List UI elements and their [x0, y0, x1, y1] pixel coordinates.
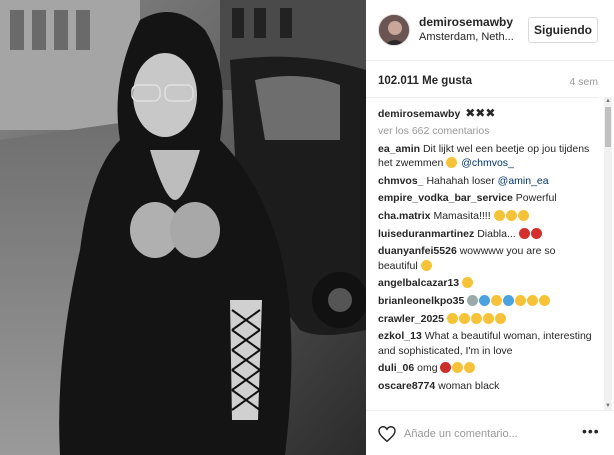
- comment-username[interactable]: brianleonelkpo35: [378, 295, 464, 307]
- comment-username[interactable]: chmvos_: [378, 175, 424, 187]
- comment-username[interactable]: ea_amin: [378, 143, 420, 155]
- comment-row: duanyanfei5526 wowwww you are so beautif…: [378, 244, 593, 273]
- comment-username[interactable]: duli_06: [378, 362, 414, 374]
- avatar[interactable]: [378, 14, 410, 46]
- scroll-down-arrow-icon[interactable]: ▼: [604, 402, 612, 410]
- comment-username[interactable]: angelbalcazar13: [378, 277, 459, 289]
- view-more-comments-link[interactable]: ver los 662 comentarios: [378, 125, 593, 137]
- comment-row: angelbalcazar13: [378, 276, 593, 291]
- more-options-icon[interactable]: •••: [582, 423, 600, 439]
- post-username[interactable]: demirosemawby: [419, 15, 513, 29]
- scroll-thumb[interactable]: [605, 107, 611, 147]
- comment-row: luiseduranmartinez Diabla...: [378, 227, 593, 242]
- comment-mention[interactable]: @chmvos_: [461, 157, 514, 169]
- emoji-icon: [440, 362, 452, 374]
- emoji-icon: [493, 209, 505, 221]
- comment-row: chmvos_ Hahahah loser @amin_ea: [378, 174, 593, 189]
- emoji-icon: [517, 209, 529, 221]
- post-time[interactable]: 4 sem: [569, 76, 598, 88]
- comment-footer: •••: [366, 410, 614, 455]
- caption: demirosemawby ✖✖✖: [378, 106, 593, 122]
- emoji-icon: [505, 209, 517, 221]
- comment-username[interactable]: crawler_2025: [378, 313, 444, 325]
- comment-input[interactable]: [404, 426, 564, 442]
- comment-username[interactable]: oscare8774: [378, 380, 435, 392]
- comment-username[interactable]: cha.matrix: [378, 210, 431, 222]
- emoji-icon: [446, 312, 458, 324]
- emoji-icon: [494, 312, 506, 324]
- emoji-icon: [462, 277, 474, 289]
- post-location[interactable]: Amsterdam, Neth...: [419, 31, 519, 43]
- comment-username[interactable]: luiseduranmartinez: [378, 228, 474, 240]
- comment-text: Powerful: [515, 192, 557, 205]
- emoji-icon: [470, 312, 482, 324]
- likes-count[interactable]: 102.011 Me gusta: [378, 75, 472, 87]
- post-sidebar: demirosemawby Amsterdam, Neth... Siguien…: [366, 0, 614, 455]
- caption-emoji: ✖✖✖: [465, 106, 496, 120]
- comment-text: Hahahah loser: [426, 174, 495, 187]
- comment-row: brianleonelkpo35: [378, 294, 593, 309]
- emoji-icon: [464, 362, 476, 374]
- comment-row: oscare8774 woman black: [378, 379, 593, 394]
- scroll-up-arrow-icon[interactable]: ▲: [604, 97, 612, 105]
- comment-username[interactable]: duanyanfei5526: [378, 245, 457, 257]
- comment-text: omg: [417, 362, 438, 375]
- emoji-icon: [467, 294, 479, 306]
- emoji-icon: [503, 294, 515, 306]
- emoji-icon: [458, 312, 470, 324]
- heart-outline-icon[interactable]: [378, 426, 396, 442]
- comment-text: Diabla...: [477, 227, 516, 240]
- comment-text: Mamasita!!!!: [433, 209, 491, 222]
- emoji-icon: [452, 362, 464, 374]
- comment-row: ea_amin Dit lijkt wel een beetje op jou …: [378, 142, 593, 171]
- comment-row: cha.matrix Mamasita!!!!: [378, 209, 593, 224]
- emoji-icon: [518, 227, 530, 239]
- following-button[interactable]: Siguiendo: [528, 17, 598, 43]
- comments-list: demirosemawby ✖✖✖ ver los 662 comentario…: [366, 97, 599, 410]
- emoji-icon: [530, 227, 542, 239]
- emoji-icon: [420, 259, 432, 271]
- emoji-icon: [527, 294, 539, 306]
- emoji-icon: [479, 294, 491, 306]
- emoji-icon: [482, 312, 494, 324]
- comment-mention[interactable]: @amin_ea: [498, 175, 549, 187]
- comment-username[interactable]: ezkol_13: [378, 330, 422, 342]
- emoji-icon: [446, 157, 458, 169]
- emoji-icon: [539, 294, 551, 306]
- comment-row: ezkol_13 What a beautiful woman, interes…: [378, 329, 593, 358]
- emoji-icon: [515, 294, 527, 306]
- post-header: demirosemawby Amsterdam, Neth... Siguien…: [366, 0, 614, 61]
- photo-image: [0, 0, 366, 455]
- comment-username[interactable]: empire_vodka_bar_service: [378, 192, 513, 204]
- caption-username[interactable]: demirosemawby: [378, 108, 460, 120]
- comment-row: empire_vodka_bar_service Powerful: [378, 191, 593, 206]
- post-photo[interactable]: [0, 0, 366, 455]
- comments-scrollbar[interactable]: ▲ ▼: [604, 97, 612, 410]
- comment-row: crawler_2025: [378, 312, 593, 327]
- comment-row: duli_06 omg: [378, 361, 593, 376]
- emoji-icon: [491, 294, 503, 306]
- comment-text: woman black: [438, 379, 500, 392]
